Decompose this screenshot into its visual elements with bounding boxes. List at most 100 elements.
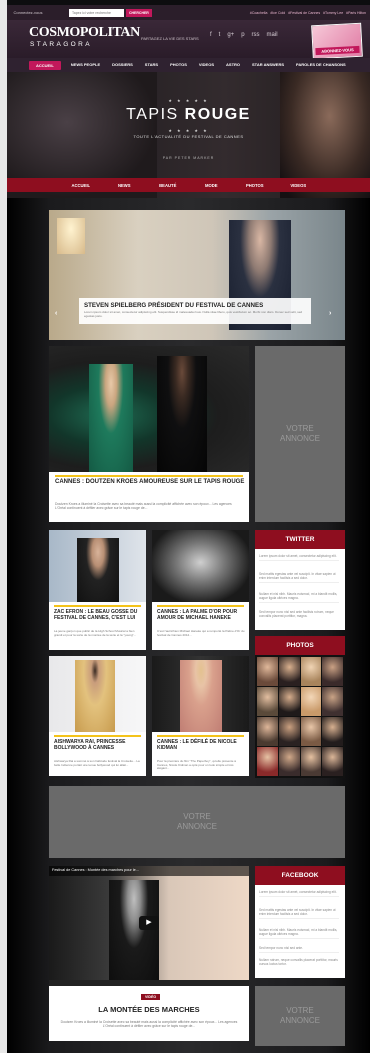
photo-thumb[interactable]: [322, 717, 343, 746]
twitter-title: TWITTER: [255, 530, 345, 549]
photo-thumb[interactable]: [322, 687, 343, 716]
subscribe-promo[interactable]: ABONNEZ-VOUS: [311, 22, 363, 60]
play-icon[interactable]: ▶: [139, 916, 159, 930]
subnav-videos[interactable]: VIDEOS: [277, 183, 321, 188]
mail-icon[interactable]: mail: [267, 32, 278, 38]
video-text: Doutzen Kroes a illuminé la Croisette av…: [60, 1020, 238, 1029]
content-area: ‹ › STEVEN SPIELBERG PRÉSIDENT DU FESTIV…: [7, 198, 370, 1053]
article-image: [49, 346, 249, 472]
tag-link[interactable]: #Coachella: [250, 11, 268, 15]
nav-item-accueil[interactable]: ACCUEIL: [29, 60, 61, 70]
pinterest-icon[interactable]: p: [241, 32, 244, 38]
ad-label: VOTRE ANNONCE: [177, 812, 217, 832]
person-shape: [180, 660, 222, 732]
article-image: [152, 530, 249, 602]
ad-label: VOTRE ANNONCE: [280, 424, 320, 444]
tweet[interactable]: Lorem ipsum dolor sit amet, consectetur …: [259, 554, 339, 561]
ad-slot[interactable]: VOTRE ANNONCE: [255, 986, 345, 1046]
ad-slot-wide[interactable]: VOTRE ANNONCE: [49, 786, 345, 858]
video-title[interactable]: LA MONTÉE DES MARCHES: [49, 1006, 249, 1014]
article-card[interactable]: CANNES : DOUTZEN KROES AMOUREUSE SUR LE …: [49, 346, 249, 522]
connect-link[interactable]: Connectez-vous: [11, 10, 45, 15]
fb-post[interactable]: Sed mattis egestas ante vel suscipit. In…: [259, 908, 339, 919]
photo-thumb[interactable]: [257, 687, 278, 716]
man-shape: [157, 356, 207, 472]
photo-thumb[interactable]: [300, 657, 322, 686]
ad-label-2: ANNONCE: [279, 1016, 320, 1025]
tweet[interactable]: Sed mattis egestas ante vel suscipit. In…: [259, 572, 339, 583]
photo-thumb[interactable]: [278, 747, 300, 776]
article-card[interactable]: AISHWARYA RAI, PRINCESSE BOLLYWOOD À CAN…: [49, 656, 146, 776]
tweet[interactable]: Sed tempor nunc nisl sed ante facilisis …: [259, 610, 339, 620]
article-card[interactable]: CANNES : LA PALME D'OR POUR AMOUR DE MIC…: [152, 530, 249, 650]
ad-label: VOTRE ANNONCE: [280, 1006, 320, 1026]
article-title[interactable]: AISHWARYA RAI, PRINCESSE BOLLYWOOD À CAN…: [54, 739, 144, 751]
facebook-icon[interactable]: f: [210, 32, 212, 38]
fb-post[interactable]: Lorem ipsum dolor sit amet, consectetur …: [259, 890, 339, 897]
site-logo-sub: STARAGORA: [30, 41, 92, 48]
article-title[interactable]: CANNES : DOUTZEN KROES AMOUREUSE SUR LE …: [55, 479, 245, 486]
ad-slot[interactable]: VOTRE ANNONCE: [255, 346, 345, 522]
nav-item-dossiers[interactable]: DOSSIERS: [106, 58, 139, 72]
subnav-photos[interactable]: PHOTOS: [233, 183, 277, 188]
nav-item-photos[interactable]: PHOTOS: [164, 58, 193, 72]
fb-post[interactable]: Nullam rutrum, neque convallis placerat …: [259, 958, 339, 968]
fb-post[interactable]: Nullam et nisl nibh. Mauris euismod, mi …: [259, 928, 339, 939]
subnav-beaute[interactable]: BEAUTÉ: [146, 183, 190, 188]
slider-prev-icon[interactable]: ‹: [55, 310, 57, 317]
tag-link[interactable]: #Paris Hilton: [346, 11, 366, 15]
site-logo[interactable]: COSMOPOLITAN: [29, 26, 140, 40]
photo-thumb[interactable]: [300, 717, 322, 746]
article-text: Doutzen Kroes a illuminé la Croisette av…: [55, 502, 232, 511]
search-input[interactable]: [69, 8, 124, 17]
photo-thumb[interactable]: [257, 657, 278, 686]
page: Connectez-vous CHERCHER #Coachella #Ice …: [0, 0, 370, 1053]
search-button[interactable]: CHERCHER: [126, 8, 152, 17]
twitter-icon[interactable]: t: [219, 32, 221, 38]
hero-stars-top: ★ ★ ★ ★ ★: [168, 98, 209, 103]
subnav-accueil[interactable]: ACCUEIL: [59, 183, 103, 188]
photo-thumb[interactable]: [257, 747, 278, 776]
accent-bar: [54, 605, 141, 607]
article-text: Aishwarya Rai a sommé à son habitude fes…: [54, 759, 140, 767]
article-title[interactable]: ZAC EFRON : LE BEAU GOSSE DU FESTIVAL DE…: [54, 609, 144, 621]
nav-item-paroles[interactable]: PAROLES DE CHANSONS: [290, 58, 352, 72]
subnav-news[interactable]: NEWS: [103, 183, 147, 188]
photo-thumb[interactable]: [300, 687, 322, 716]
article-card[interactable]: CANNES : LE DÉFILÉ DE NICOLE KIDMAN Pour…: [152, 656, 249, 776]
article-card[interactable]: ZAC EFRON : LE BEAU GOSSE DU FESTIVAL DE…: [49, 530, 146, 650]
google-plus-icon[interactable]: g+: [227, 32, 234, 38]
video-controls[interactable]: [49, 980, 249, 986]
nav-item-news-people[interactable]: NEWS PEOPLE: [65, 58, 106, 72]
article-title[interactable]: CANNES : LA PALME D'OR POUR AMOUR DE MIC…: [157, 609, 247, 621]
nav-item-videos[interactable]: VIDEOS: [193, 58, 220, 72]
tweet[interactable]: Nullam et nisl nibh. Mauris euismod, mi …: [259, 592, 339, 603]
slider-next-icon[interactable]: ›: [329, 310, 331, 317]
photo-thumb[interactable]: [300, 747, 322, 776]
featured-text: Lorem ipsum dolor sit amet, consectetur …: [84, 310, 303, 318]
tag-link[interactable]: #Tommy Lee: [323, 11, 343, 15]
subnav-mode[interactable]: MODE: [190, 183, 234, 188]
site-header: COSMOPOLITAN STARAGORA PARTAGEZ LA VIE D…: [7, 20, 370, 60]
article-title[interactable]: CANNES : LE DÉFILÉ DE NICOLE KIDMAN: [157, 739, 247, 751]
photo-thumb[interactable]: [322, 747, 343, 776]
photo-thumb[interactable]: [257, 717, 278, 746]
nav-item-astro[interactable]: ASTRO: [220, 58, 246, 72]
video-card[interactable]: Festival de Cannes : Montée des marches …: [49, 866, 249, 1041]
photo-thumb[interactable]: [278, 717, 300, 746]
tag-link[interactable]: #Ice Cold: [270, 11, 285, 15]
fb-post[interactable]: Sed tempor nunc nisl sed ante.: [259, 946, 339, 953]
featured-caption: STEVEN SPIELBERG PRÉSIDENT DU FESTIVAL D…: [79, 298, 311, 324]
hero-title: TAPIS ROUGE: [7, 106, 370, 124]
rss-icon[interactable]: rss: [252, 32, 260, 38]
tag-link[interactable]: #Festival de Cannes: [288, 11, 320, 15]
featured-title[interactable]: STEVEN SPIELBERG PRÉSIDENT DU FESTIVAL D…: [84, 302, 310, 309]
featured-slider[interactable]: ‹ › STEVEN SPIELBERG PRÉSIDENT DU FESTIV…: [49, 210, 345, 340]
photos-title: PHOTOS: [255, 636, 345, 655]
nav-item-star-answers[interactable]: STAR ANSWERS: [246, 58, 290, 72]
photo-thumb[interactable]: [278, 657, 300, 686]
photo-thumb[interactable]: [278, 687, 300, 716]
nav-item-stars[interactable]: STARS: [139, 58, 164, 72]
photo-thumb[interactable]: [322, 657, 343, 686]
social-links: f t g+ p rss mail: [210, 32, 278, 38]
